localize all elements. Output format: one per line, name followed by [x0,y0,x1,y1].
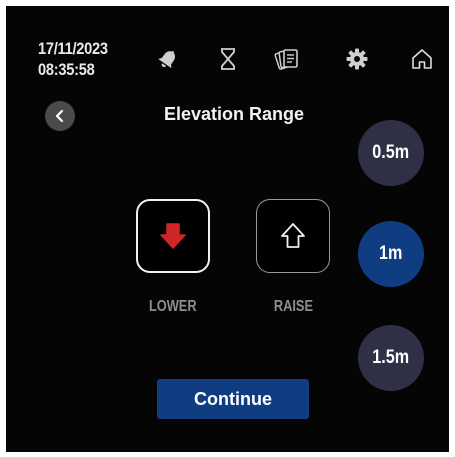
hourglass-icon[interactable] [213,44,243,74]
range-option-label: 0.5m [372,142,410,163]
chevron-left-icon [55,109,64,123]
range-option-0-5m[interactable]: 0.5m [358,120,424,186]
raise-label: RAISE [273,298,313,315]
arrow-down-icon [160,223,186,249]
page-title: Elevation Range [163,104,305,124]
range-option-1-5m[interactable]: 1.5m [358,325,424,391]
range-option-label: 1.5m [372,347,410,368]
gear-icon[interactable] [342,44,372,74]
lower-button[interactable] [136,199,210,273]
back-button[interactable] [45,101,75,131]
range-option-1m[interactable]: 1m [358,221,424,287]
lower-label: LOWER [149,298,197,315]
bell-icon[interactable] [153,44,183,74]
arrow-up-outline-icon [281,223,305,248]
home-icon[interactable] [407,44,437,74]
time-text: 08:35:58 [38,60,95,79]
raise-button[interactable] [256,199,330,273]
datetime-display: 17/11/2023 08:35:58 [38,38,108,80]
documents-icon[interactable] [272,44,302,74]
date-text: 17/11/2023 [38,39,108,58]
range-option-label: 1m [379,243,403,264]
continue-button[interactable]: Continue [157,379,309,419]
elevation-range-screen: 17/11/2023 08:35:58 Elevation Range 0.5m… [6,6,449,452]
